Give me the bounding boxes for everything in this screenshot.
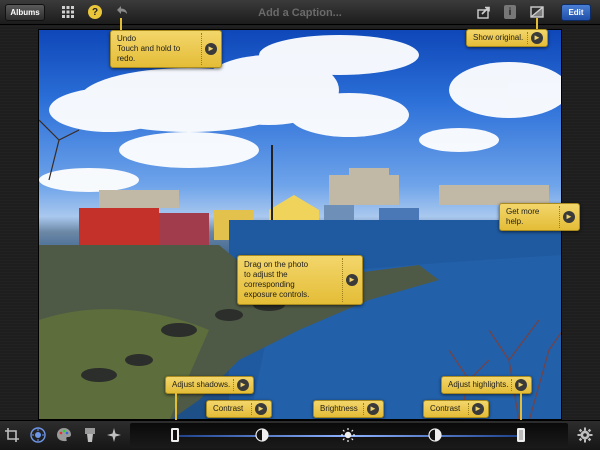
tip-separator (468, 403, 469, 415)
adjust-highlights-tip-text: Adjust highlights. (448, 380, 509, 389)
contrast-right-tip-text: Contrast (430, 404, 461, 413)
contrast-left-tip[interactable]: Contrast ► (206, 400, 272, 418)
info-icon[interactable]: i (504, 5, 516, 19)
undo-icon[interactable] (114, 5, 128, 19)
drag-tip-line1: Drag on the photo (244, 260, 309, 269)
highlights-handle[interactable] (514, 428, 528, 442)
effects-icon[interactable] (106, 427, 122, 443)
contrast-left-tip-text: Contrast (213, 404, 244, 413)
drag-tip-line2: to adjust the corresponding (244, 270, 295, 289)
albums-button[interactable]: Albums (5, 4, 45, 21)
grid-icon[interactable] (62, 6, 74, 18)
brightness-handle[interactable] (341, 428, 355, 442)
exposure-icon[interactable] (30, 427, 46, 443)
arrow-right-icon[interactable]: ► (255, 403, 267, 415)
crop-icon[interactable] (4, 427, 20, 443)
undo-tip-pointer (120, 18, 122, 30)
tip-separator (527, 32, 528, 44)
color-palette-icon[interactable] (56, 427, 72, 443)
photo-image (39, 35, 561, 419)
contrast-left-handle[interactable] (255, 428, 269, 442)
more-help-tip[interactable]: Get more help. ► (499, 203, 580, 231)
adjust-shadows-tip-text: Adjust shadows. (172, 380, 231, 389)
arrow-right-icon[interactable]: ► (515, 379, 527, 391)
contrast-right-tip[interactable]: Contrast ► (423, 400, 489, 418)
help-icon[interactable]: ? (88, 5, 102, 19)
tip-separator (201, 33, 202, 65)
shadows-handle[interactable] (168, 428, 182, 442)
adjust-highlights-tip[interactable]: Adjust highlights. ► (441, 376, 532, 394)
tip-separator (559, 206, 560, 228)
show-original-tip[interactable]: Show original. ► (466, 29, 548, 47)
arrow-right-icon[interactable]: ► (563, 211, 575, 223)
drag-tip-line3: exposure controls. (244, 290, 310, 299)
edit-button[interactable]: Edit (561, 4, 591, 21)
adjust-shadows-tip[interactable]: Adjust shadows. ► (165, 376, 254, 394)
arrow-right-icon[interactable]: ► (237, 379, 249, 391)
drag-photo-tip[interactable]: Drag on the photo to adjust the correspo… (237, 255, 363, 305)
show-original-icon[interactable] (530, 5, 544, 19)
arrow-right-icon[interactable]: ► (367, 403, 379, 415)
undo-tip-subtitle: Touch and hold to redo. (117, 44, 181, 63)
brightness-tip[interactable]: Brightness ► (313, 400, 384, 418)
brightness-tip-text: Brightness (320, 404, 358, 413)
tip-separator (511, 379, 512, 391)
arrow-right-icon[interactable]: ► (472, 403, 484, 415)
brushes-icon[interactable] (82, 427, 98, 443)
share-icon[interactable] (477, 5, 491, 19)
photo-canvas[interactable] (38, 29, 562, 420)
undo-tip[interactable]: Undo Touch and hold to redo. ► (110, 30, 222, 68)
arrow-right-icon[interactable]: ► (205, 43, 217, 55)
arrow-right-icon[interactable]: ► (346, 274, 358, 286)
arrow-right-icon[interactable]: ► (531, 32, 543, 44)
show-original-tip-pointer (536, 18, 538, 29)
tip-separator (251, 403, 252, 415)
tip-separator (363, 403, 364, 415)
undo-tip-title: Undo (117, 34, 137, 43)
show-original-tip-text: Show original. (473, 33, 524, 42)
tip-separator (233, 379, 234, 391)
caption-input[interactable] (215, 4, 385, 21)
tip-separator (342, 258, 343, 302)
more-help-tip-text: Get more help. (506, 207, 540, 226)
gear-icon[interactable] (577, 427, 593, 443)
contrast-right-handle[interactable] (428, 428, 442, 442)
